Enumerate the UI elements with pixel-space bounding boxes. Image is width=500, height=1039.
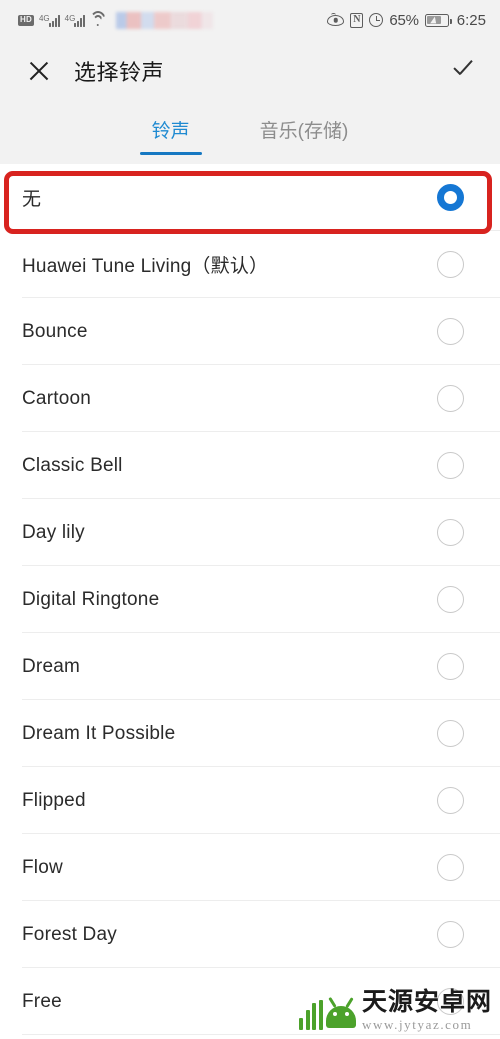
- ringtone-label: Flow: [22, 856, 63, 878]
- battery-charging-icon: [424, 13, 452, 27]
- close-icon: [27, 59, 51, 83]
- ringtone-label: Huawei Tune Living（默认）: [22, 256, 269, 277]
- android-logo-icon: [299, 994, 356, 1030]
- radio-unselected-icon[interactable]: [437, 452, 464, 479]
- phone-screen: HD 4G 4G N 65% 6:25 选择铃声 铃声 音乐(存储) 无 Hua…: [0, 0, 500, 1039]
- ringtone-row[interactable]: Day lily: [0, 499, 500, 566]
- radio-unselected-icon[interactable]: [437, 921, 464, 948]
- ringtone-label: Forest Day: [22, 923, 117, 945]
- radio-selected-icon[interactable]: [437, 184, 464, 211]
- signal-bars-icon: [74, 14, 86, 27]
- ringtone-label: Dream It Possible: [22, 722, 176, 744]
- page-title: 选择铃声: [74, 60, 165, 85]
- ringtone-row[interactable]: Digital Ringtone: [0, 566, 500, 633]
- ringtone-row[interactable]: Huawei Tune Living（默认）: [0, 231, 500, 298]
- ringtone-list: 无 Huawei Tune Living（默认） Bounce Cartoon Clas…: [0, 164, 500, 1035]
- site-watermark: 天源安卓网 www.jytyaz.com: [299, 990, 492, 1033]
- tab-music-storage[interactable]: 音乐(存储): [256, 110, 353, 143]
- ringtone-row[interactable]: Classic Bell: [0, 432, 500, 499]
- status-bar-left: HD 4G 4G: [18, 11, 214, 29]
- radio-unselected-icon[interactable]: [437, 720, 464, 747]
- ringtone-label: Bounce: [22, 320, 88, 342]
- watermark-site-name: 天源安卓网: [361, 988, 492, 1016]
- check-icon: [452, 58, 478, 84]
- ringtone-label: Day lily: [22, 521, 85, 543]
- close-button[interactable]: [22, 54, 56, 88]
- radio-unselected-icon[interactable]: [437, 586, 464, 613]
- status-bar: HD 4G 4G N 65% 6:25: [0, 0, 500, 40]
- eye-comfort-icon: [327, 12, 345, 26]
- tab-active-underline: [139, 152, 202, 155]
- alarm-clock-icon: [369, 13, 384, 27]
- radio-unselected-icon[interactable]: [437, 854, 464, 881]
- radio-unselected-icon[interactable]: [437, 385, 464, 412]
- ringtone-label: Cartoon: [22, 387, 91, 409]
- row-separator: [22, 1034, 500, 1035]
- radio-unselected-icon[interactable]: [437, 251, 464, 278]
- hd-badge: HD: [18, 14, 34, 26]
- ringtone-label: Dream: [22, 655, 81, 677]
- battery-percent-label: 65%: [389, 11, 419, 29]
- ringtone-row[interactable]: Flipped: [0, 767, 500, 834]
- nfc-icon: N: [350, 12, 364, 28]
- ringtone-row[interactable]: Forest Day: [0, 901, 500, 968]
- ringtone-row[interactable]: 无: [0, 164, 500, 231]
- radio-unselected-icon[interactable]: [437, 519, 464, 546]
- ringtone-row[interactable]: Dream It Possible: [0, 700, 500, 767]
- sim1-signal-group: 4G: [39, 14, 60, 27]
- watermark-url: www.jytyaz.com: [361, 1017, 473, 1032]
- ringtone-label: 无: [22, 189, 42, 210]
- radio-unselected-icon[interactable]: [437, 787, 464, 814]
- radio-unselected-icon[interactable]: [437, 318, 464, 345]
- status-bar-right: N 65% 6:25: [327, 12, 486, 29]
- tab-ringtone[interactable]: 铃声: [139, 110, 202, 155]
- ringtone-row[interactable]: Flow: [0, 834, 500, 901]
- confirm-button[interactable]: [444, 54, 478, 88]
- watermark-text: 天源安卓网 www.jytyaz.com: [362, 990, 492, 1033]
- tab-ringtone-label: 铃声: [151, 121, 190, 142]
- radio-unselected-icon[interactable]: [437, 653, 464, 680]
- app-bar: 选择铃声: [0, 40, 500, 102]
- ringtone-label: Flipped: [22, 789, 86, 811]
- ringtone-label: Classic Bell: [22, 454, 123, 476]
- wifi-icon: [89, 11, 107, 26]
- ringtone-label: Digital Ringtone: [22, 588, 160, 610]
- clock-time-label: 6:25: [456, 11, 486, 29]
- tab-bar: 铃声 音乐(存储): [0, 102, 500, 164]
- ringtone-row[interactable]: Dream: [0, 633, 500, 700]
- tab-music-storage-label: 音乐(存储): [259, 121, 349, 142]
- carrier-name-redacted: [116, 11, 214, 29]
- signal-bars-icon: [48, 14, 60, 27]
- sim2-signal-group: 4G: [65, 14, 86, 27]
- ringtone-row[interactable]: Cartoon: [0, 365, 500, 432]
- ringtone-row[interactable]: Bounce: [0, 298, 500, 365]
